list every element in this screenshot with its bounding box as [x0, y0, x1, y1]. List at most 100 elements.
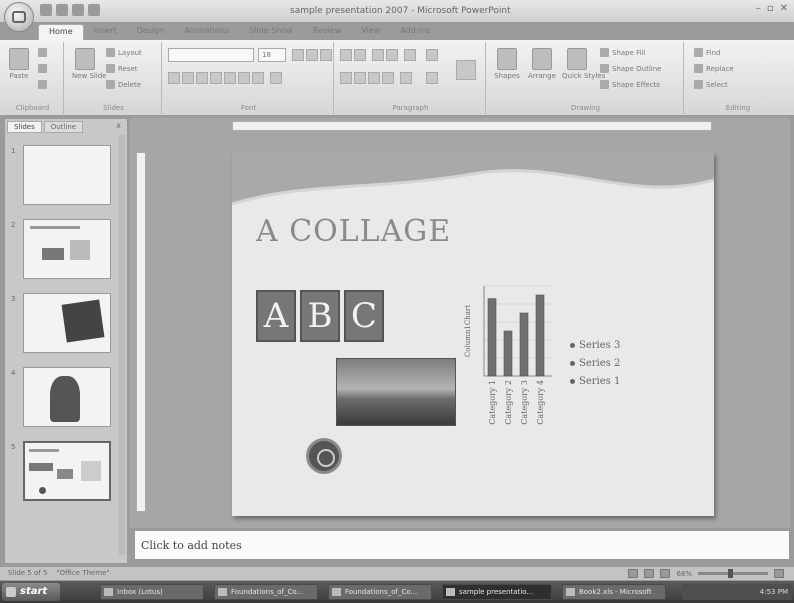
taskbar-item-active[interactable]: sample presentatio... [442, 584, 552, 600]
clock[interactable]: 4:53 PM [760, 588, 788, 596]
taskbar-item[interactable]: Inbox (Lotus) [100, 584, 204, 600]
italic-button[interactable] [182, 72, 194, 84]
notes-pane[interactable]: Click to add notes [134, 530, 790, 560]
grow-font-button[interactable] [292, 49, 304, 61]
arrange-button[interactable]: Arrange [526, 46, 558, 88]
shadow-button[interactable] [224, 72, 236, 84]
change-case-button[interactable] [252, 72, 264, 84]
line-spacing-button[interactable] [404, 49, 416, 61]
tab-slide-show[interactable]: Slide Show [239, 24, 303, 40]
slide-number: 4 [11, 369, 16, 377]
copy-button[interactable] [38, 64, 47, 73]
cut-icon [38, 48, 47, 57]
align-text-button[interactable] [426, 72, 438, 84]
office-button[interactable] [4, 2, 34, 32]
vertical-ruler[interactable] [136, 152, 146, 512]
tab-outline[interactable]: Outline [43, 121, 84, 133]
layout-button[interactable]: Layout [106, 48, 142, 57]
decrease-indent-button[interactable] [372, 49, 384, 61]
shape-outline-button[interactable]: Shape Outline [600, 64, 661, 73]
select-button[interactable]: Select [694, 80, 728, 89]
chart-bar [487, 298, 497, 377]
underline-button[interactable] [196, 72, 208, 84]
align-right-button[interactable] [368, 72, 380, 84]
shape-fill-button[interactable]: Shape Fill [600, 48, 646, 57]
zoom-level[interactable]: 68% [676, 570, 692, 578]
slide-count: Slide 5 of 5 [8, 569, 48, 577]
notes-placeholder[interactable]: Click to add notes [141, 539, 242, 552]
tab-home[interactable]: Home [38, 24, 84, 40]
zoom-slider[interactable] [698, 569, 768, 578]
new-slide-button[interactable]: New Slide [72, 46, 107, 88]
normal-view-icon[interactable] [628, 569, 639, 578]
bold-button[interactable] [168, 72, 180, 84]
save-icon[interactable] [40, 4, 52, 16]
slide-thumbnail-3[interactable] [23, 293, 111, 353]
char-spacing-button[interactable] [238, 72, 250, 84]
replace-button[interactable]: Replace [694, 64, 734, 73]
paste-button[interactable]: Paste [6, 46, 32, 88]
delete-button[interactable]: Delete [106, 80, 141, 89]
taskbar-item[interactable]: Foundations_of_Co... [328, 584, 432, 600]
justify-button[interactable] [382, 72, 394, 84]
tab-insert[interactable]: Insert [84, 24, 127, 40]
tab-slides[interactable]: Slides [7, 121, 42, 133]
tab-review[interactable]: Review [303, 24, 352, 40]
text-direction-button[interactable] [426, 49, 438, 61]
slide-title[interactable]: A COLLAGE [256, 214, 451, 249]
tab-animations[interactable]: Animations [174, 24, 239, 40]
letter-tile-b[interactable]: B [300, 290, 340, 342]
shape-effects-button[interactable]: Shape Effects [600, 80, 660, 89]
close-panel-icon[interactable]: x [116, 121, 121, 130]
font-size-combo[interactable]: 18 [258, 48, 286, 62]
maximize-button[interactable]: ▫ [767, 3, 774, 14]
horizontal-ruler[interactable] [232, 121, 712, 131]
slide-thumbnail-4[interactable] [23, 367, 111, 427]
slide-thumbnail-5[interactable] [23, 441, 111, 501]
redo-icon[interactable] [72, 4, 84, 16]
clear-format-button[interactable] [320, 49, 332, 61]
letter-tile-a[interactable]: A [256, 290, 296, 342]
taskbar-item[interactable]: Foundations_of_Co... [214, 584, 318, 600]
ribbon: Paste Clipboard New Slide Layout Reset D… [0, 40, 794, 116]
find-button[interactable]: Find [694, 48, 720, 57]
undo-icon[interactable] [56, 4, 68, 16]
fit-to-window-icon[interactable] [774, 569, 784, 578]
cut-button[interactable] [38, 48, 47, 57]
reset-button[interactable]: Reset [106, 64, 138, 73]
panel-scrollbar[interactable] [119, 135, 125, 555]
window-title: sample presentation 2007 - Microsoft Pow… [290, 6, 511, 16]
tab-view[interactable]: View [351, 24, 390, 40]
close-button[interactable]: ✕ [780, 3, 788, 14]
minimize-button[interactable]: – [756, 3, 761, 14]
tab-design[interactable]: Design [127, 24, 175, 40]
numbering-button[interactable] [354, 49, 366, 61]
taskbar-item[interactable]: Book2.xls - Microsoft [562, 584, 666, 600]
align-center-button[interactable] [354, 72, 366, 84]
format-painter-button[interactable] [38, 80, 47, 89]
bullets-button[interactable] [340, 49, 352, 61]
tab-add-ins[interactable]: Add-Ins [390, 24, 440, 40]
columns-button[interactable] [400, 72, 412, 84]
font-name-combo[interactable] [168, 48, 254, 62]
quick-styles-button[interactable]: Quick Styles [562, 46, 605, 88]
slide-thumbnail-1[interactable] [23, 145, 111, 205]
customize-qat-icon[interactable] [88, 4, 100, 16]
start-button[interactable]: start [2, 583, 60, 601]
letter-tile-c[interactable]: C [344, 290, 384, 342]
landscape-photo[interactable] [336, 358, 456, 426]
increase-indent-button[interactable] [386, 49, 398, 61]
slide-canvas[interactable]: A COLLAGE A B C Column1Chart Category 1 Ca… [232, 152, 714, 516]
column-chart[interactable]: Column1Chart Category 1 Category 2 Category… [458, 272, 658, 452]
shrink-font-button[interactable] [306, 49, 318, 61]
align-left-button[interactable] [340, 72, 352, 84]
paste-icon [9, 48, 29, 70]
shapes-button[interactable]: Shapes [494, 46, 520, 88]
seal-image[interactable] [306, 438, 342, 474]
strikethrough-button[interactable] [210, 72, 222, 84]
slide-show-icon[interactable] [660, 569, 671, 578]
smartart-button[interactable] [456, 60, 476, 80]
slide-thumbnail-2[interactable] [23, 219, 111, 279]
font-color-button[interactable] [270, 72, 282, 84]
slide-sorter-icon[interactable] [644, 569, 655, 578]
